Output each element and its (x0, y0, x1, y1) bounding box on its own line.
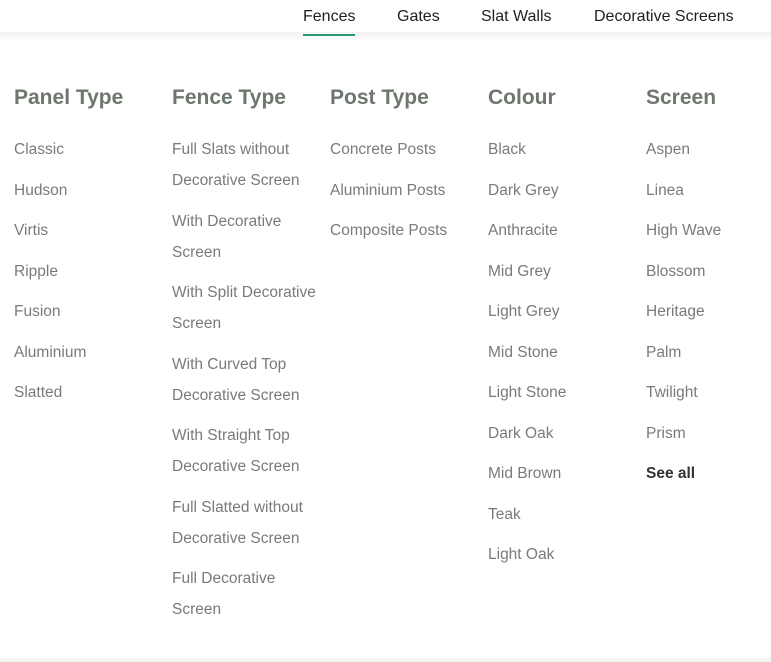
menu-link[interactable]: Teak (488, 499, 638, 530)
column-list: Full Slats without Decorative Screen Wit… (172, 134, 322, 625)
menu-column-post-type: Post Type Concrete Posts Aluminium Posts… (330, 84, 480, 256)
column-title: Post Type (330, 86, 429, 109)
menu-link[interactable]: Ripple (14, 256, 164, 287)
column-list: Black Dark Grey Anthracite Mid Grey Ligh… (488, 134, 638, 570)
menu-link[interactable]: With Curved Top Decorative Screen (172, 349, 322, 411)
menu-link[interactable]: Dark Oak (488, 418, 638, 449)
menu-link[interactable]: Twilight (646, 377, 771, 408)
tab-gates[interactable]: Gates (397, 8, 440, 26)
tab-decorative-screens[interactable]: Decorative Screens (594, 8, 734, 26)
menu-link[interactable]: Virtis (14, 215, 164, 246)
tab-fences[interactable]: Fences (303, 8, 356, 36)
menu-link[interactable]: Classic (14, 134, 164, 165)
menu-link[interactable]: Hudson (14, 175, 164, 206)
menu-link[interactable]: Full Slatted without Decorative Screen (172, 492, 322, 554)
menu-link[interactable]: Dark Grey (488, 175, 638, 206)
nav-divider-shadow (0, 32, 771, 42)
menu-column-colour: Colour Black Dark Grey Anthracite Mid Gr… (488, 84, 638, 580)
menu-link[interactable]: With Decorative Screen (172, 206, 322, 268)
menu-link[interactable]: Mid Brown (488, 458, 638, 489)
menu-link[interactable]: Black (488, 134, 638, 165)
menu-link[interactable]: Aluminium (14, 337, 164, 368)
menu-link[interactable]: Full Decorative Screen (172, 563, 322, 625)
column-list: Aspen Linea High Wave Blossom Heritage P… (646, 134, 771, 489)
menu-column-screen: Screen Aspen Linea High Wave Blossom Her… (646, 84, 771, 499)
menu-link[interactable]: Light Oak (488, 539, 638, 570)
menu-link[interactable]: Full Slats without Decorative Screen (172, 134, 322, 196)
menu-link[interactable]: Blossom (646, 256, 771, 287)
menu-column-panel-type: Panel Type Classic Hudson Virtis Ripple … (14, 84, 164, 418)
column-title: Panel Type (14, 86, 124, 109)
tab-slat-walls[interactable]: Slat Walls (481, 8, 552, 26)
menu-link[interactable]: High Wave (646, 215, 771, 246)
menu-link[interactable]: Prism (646, 418, 771, 449)
bottom-divider-shadow (0, 654, 771, 662)
menu-link[interactable]: Linea (646, 175, 771, 206)
menu-link[interactable]: Aluminium Posts (330, 175, 480, 206)
menu-column-fence-type: Fence Type Full Slats without Decorative… (172, 84, 322, 635)
column-list: Concrete Posts Aluminium Posts Composite… (330, 134, 480, 246)
menu-link[interactable]: Light Stone (488, 377, 638, 408)
menu-link[interactable]: Heritage (646, 296, 771, 327)
menu-link[interactable]: Light Grey (488, 296, 638, 327)
menu-link[interactable]: Fusion (14, 296, 164, 327)
menu-link[interactable]: Slatted (14, 377, 164, 408)
column-title: Fence Type (172, 86, 286, 109)
menu-link[interactable]: Palm (646, 337, 771, 368)
menu-link[interactable]: Aspen (646, 134, 771, 165)
menu-link[interactable]: Composite Posts (330, 215, 480, 246)
see-all-link[interactable]: See all (646, 458, 771, 489)
menu-link[interactable]: Mid Grey (488, 256, 638, 287)
column-title: Screen (646, 86, 717, 109)
column-list: Classic Hudson Virtis Ripple Fusion Alum… (14, 134, 164, 408)
menu-link[interactable]: Anthracite (488, 215, 638, 246)
menu-link[interactable]: Mid Stone (488, 337, 638, 368)
column-title: Colour (488, 86, 556, 109)
menu-link[interactable]: Concrete Posts (330, 134, 480, 165)
menu-link[interactable]: With Straight Top Decorative Screen (172, 420, 322, 482)
menu-link[interactable]: With Split Decorative Screen (172, 277, 322, 339)
